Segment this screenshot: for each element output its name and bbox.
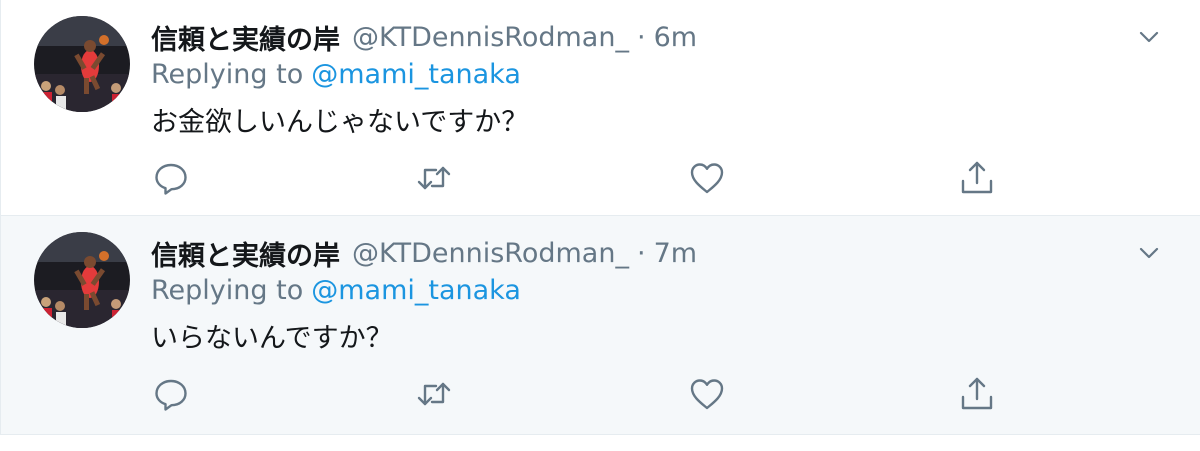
tweet-header: 信頼と実績の岸 @KTDennisRodman_ · 6m <box>151 17 697 57</box>
tweet-actions <box>1 158 1200 198</box>
avatar[interactable] <box>34 232 130 328</box>
share-icon[interactable] <box>957 374 997 414</box>
separator: · <box>636 237 646 269</box>
heart-icon[interactable] <box>687 374 727 414</box>
timestamp[interactable]: 6m <box>654 22 697 53</box>
tweet[interactable]: 信頼と実績の岸 @KTDennisRodman_ · 7m Replying t… <box>0 216 1200 435</box>
display-name[interactable]: 信頼と実績の岸 <box>151 234 340 273</box>
replying-label: Replying to <box>151 59 304 90</box>
separator: · <box>636 21 646 53</box>
timestamp[interactable]: 7m <box>654 238 697 269</box>
tweet[interactable]: 信頼と実績の岸 @KTDennisRodman_ · 6m Replying t… <box>0 0 1200 216</box>
share-icon[interactable] <box>957 158 997 198</box>
replying-to: Replying to @mami_tanaka <box>151 59 521 90</box>
user-handle[interactable]: @KTDennisRodman_ <box>352 22 629 53</box>
tweet-text: いらないんですか？ <box>151 323 393 354</box>
chevron-down-icon[interactable] <box>1134 22 1164 52</box>
tweet-text: お金欲しいんじゃないですか？ <box>151 107 529 138</box>
chevron-down-icon[interactable] <box>1134 238 1164 268</box>
reply-icon[interactable] <box>151 374 191 414</box>
timeline: 信頼と実績の岸 @KTDennisRodman_ · 6m Replying t… <box>0 0 1200 451</box>
retweet-icon[interactable] <box>414 158 454 198</box>
mention-link[interactable]: @mami_tanaka <box>311 59 521 90</box>
tweet-actions <box>1 374 1200 414</box>
avatar[interactable] <box>34 16 130 112</box>
replying-to: Replying to @mami_tanaka <box>151 275 521 306</box>
display-name[interactable]: 信頼と実績の岸 <box>151 18 340 57</box>
tweet-header: 信頼と実績の岸 @KTDennisRodman_ · 7m <box>151 233 697 273</box>
reply-icon[interactable] <box>151 158 191 198</box>
replying-label: Replying to <box>151 275 304 306</box>
retweet-icon[interactable] <box>414 374 454 414</box>
heart-icon[interactable] <box>687 158 727 198</box>
user-handle[interactable]: @KTDennisRodman_ <box>352 238 629 269</box>
mention-link[interactable]: @mami_tanaka <box>311 275 521 306</box>
